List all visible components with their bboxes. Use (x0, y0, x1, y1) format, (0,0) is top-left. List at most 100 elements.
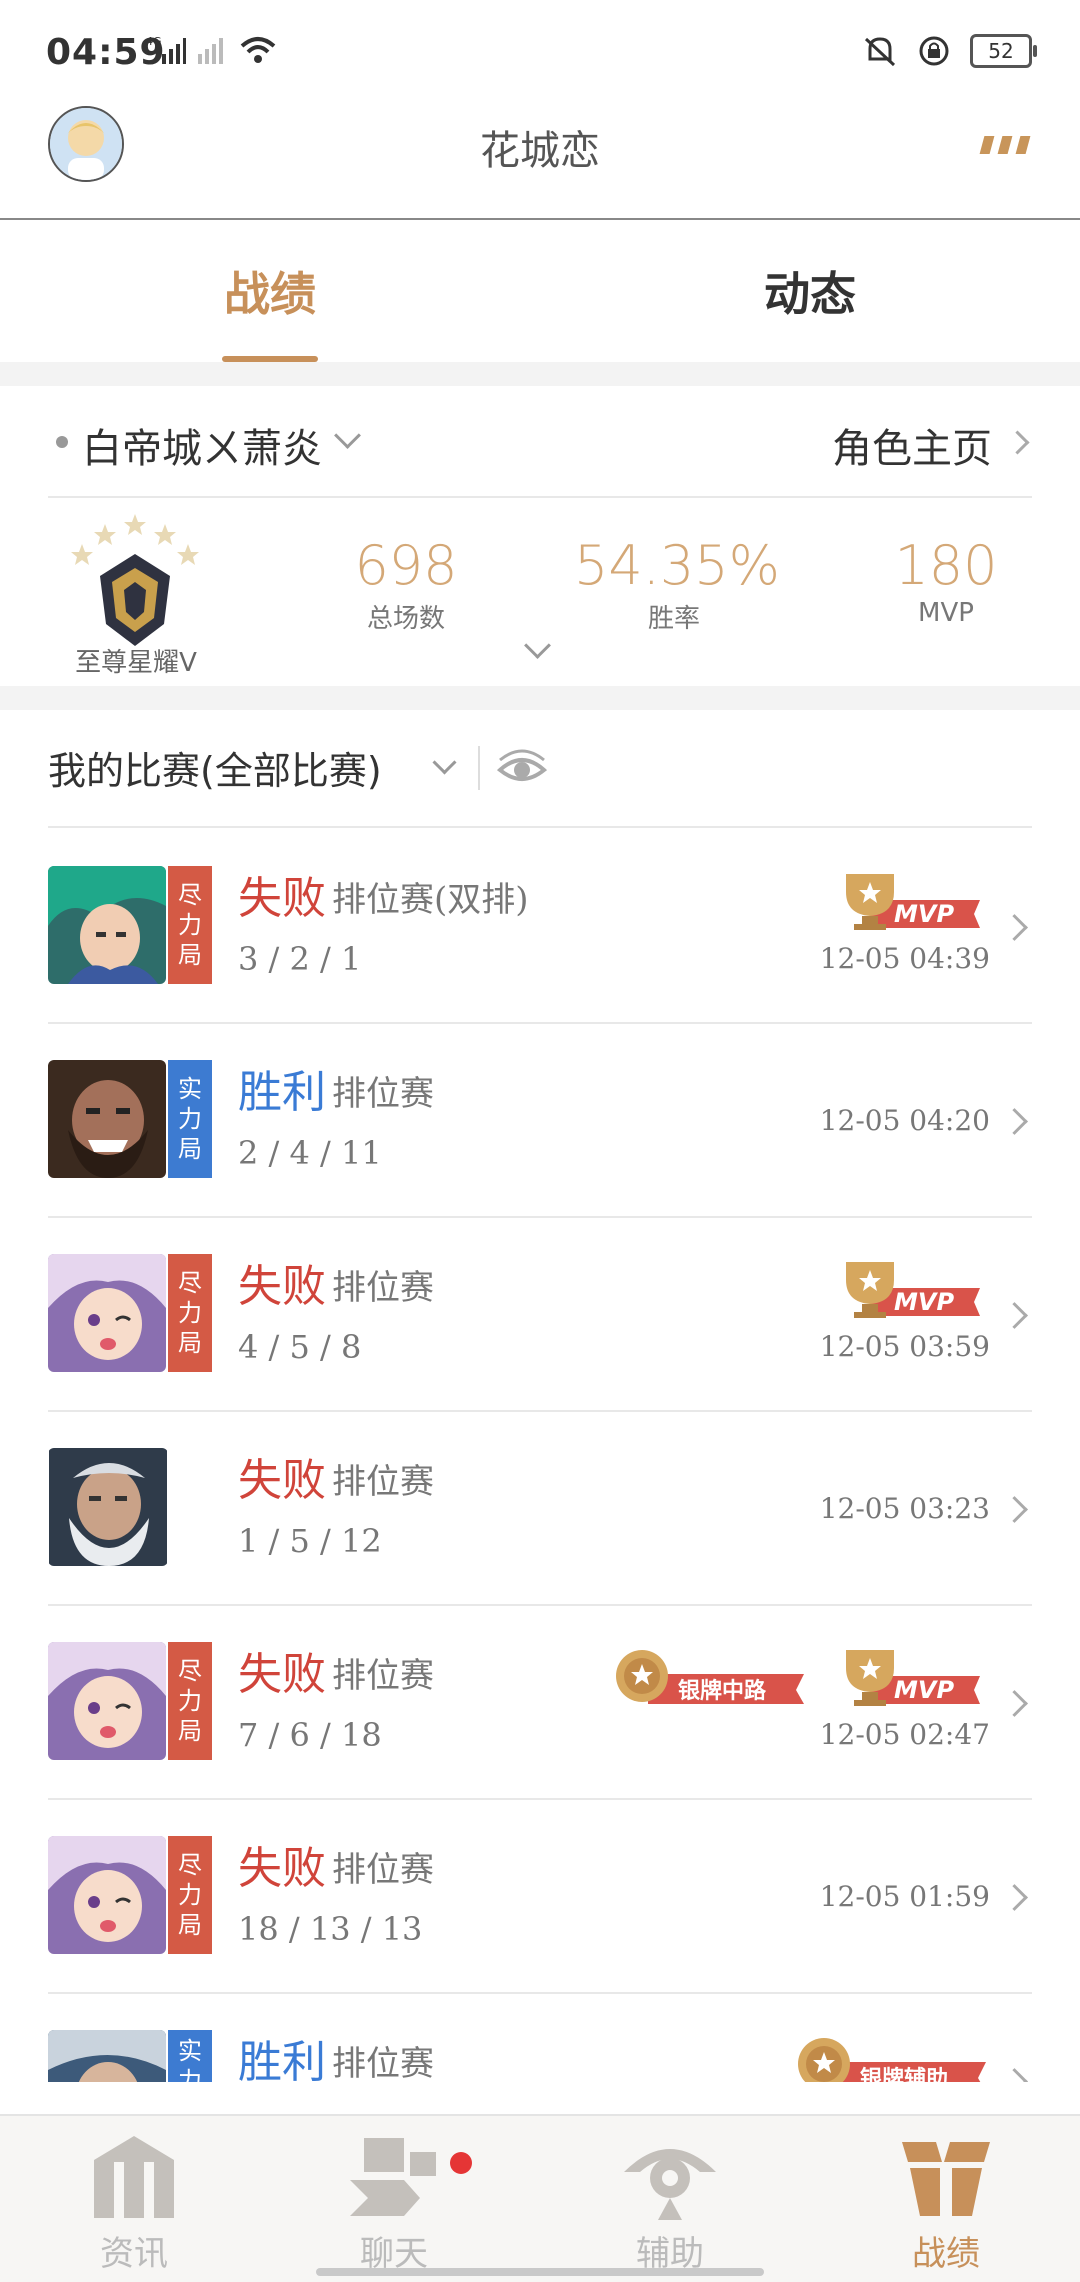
match-row[interactable]: 尽力局 失败 排位赛 4 / 5 / 8 MVP 12-05 03:59 (48, 1216, 1032, 1412)
match-time: 12-05 02:47 (819, 1718, 990, 1751)
match-result: 失败 (238, 873, 326, 924)
match-kda: 1 / 5 / 12 (238, 1522, 382, 1560)
matches-filter[interactable]: 我的比赛(全部比赛) (48, 740, 382, 795)
hero-portrait (48, 1642, 166, 1760)
section-divider (0, 686, 1080, 710)
nav-record-label: 战绩 (912, 2234, 980, 2274)
match-row[interactable]: 实力局 胜利 排位赛 银牌辅助 (48, 1992, 1032, 2082)
wifi-icon (240, 37, 276, 63)
chevron-right-icon[interactable] (1001, 914, 1028, 941)
page-title: 花城恋 (480, 128, 600, 174)
match-result: 失败 (238, 1455, 326, 1506)
status-right: 52 (862, 34, 1037, 68)
player-name[interactable]: 白帝城ㄨ萧炎 (82, 416, 322, 474)
mvp-text: MVP (894, 1288, 954, 1316)
match-kda: 4 / 5 / 8 (238, 1328, 362, 1366)
chevron-right-icon[interactable] (1001, 2068, 1028, 2082)
section-divider (0, 362, 1080, 386)
account-switch-chevron-icon[interactable] (334, 422, 361, 449)
more-menu-button[interactable] (979, 136, 1031, 154)
match-mode: 排位赛 (332, 1268, 434, 1308)
expand-stats-chevron-icon[interactable] (524, 632, 551, 659)
match-result: 失败 (238, 1261, 326, 1312)
online-dot (56, 436, 68, 448)
mvp-value: 180 (894, 534, 998, 597)
mvp-trophy-icon: MVP (846, 1262, 980, 1318)
match-mode: 排位赛 (332, 1656, 434, 1696)
chevron-right-icon[interactable] (1001, 1496, 1028, 1523)
silver-mid-text: 银牌中路 (678, 1678, 767, 1704)
match-tag: 实力局 (168, 1060, 212, 1178)
stat-win-rate: 54.35% 胜率 (574, 534, 780, 635)
match-mode: 排位赛 (332, 1850, 434, 1890)
mvp-label: MVP (918, 598, 974, 628)
match-row[interactable]: 尽力局 失败 排位赛 7 / 6 / 18 银牌中路 MVP 12-05 02:… (48, 1604, 1032, 1800)
match-tag: 尽力局 (168, 1836, 212, 1954)
match-row[interactable]: 尽力局 失败 排位赛 18 / 13 / 13 12-05 01:59 (48, 1798, 1032, 1994)
divider (478, 746, 480, 790)
matches-header: 我的比赛(全部比赛) (0, 710, 1080, 828)
match-time: 12-05 01:59 (819, 1880, 990, 1913)
hero-portrait (49, 1448, 167, 1566)
player-row: 白帝城ㄨ萧炎 角色主页 (48, 386, 1032, 498)
chat-icon (350, 2138, 436, 2216)
match-kda: 3 / 2 / 1 (238, 940, 362, 978)
mvp-trophy-icon: MVP (846, 1650, 980, 1706)
lock-rotation-icon (919, 36, 949, 66)
nav-news[interactable]: 资讯 (34, 2116, 234, 2282)
chevron-right-icon[interactable] (1001, 1690, 1028, 1717)
tab-activity[interactable]: 动态 (764, 258, 856, 324)
match-tag: 尽力局 (168, 1642, 212, 1760)
rank-badge-icon (71, 514, 199, 646)
nav-chat[interactable]: 聊天 (294, 2116, 494, 2282)
match-time: 12-05 03:59 (819, 1330, 990, 1363)
match-row[interactable]: 实力局 胜利 排位赛 2 / 4 / 11 12-05 04:20 (48, 1022, 1032, 1218)
mvp-text: MVP (894, 900, 954, 928)
bottom-nav: 资讯 聊天 辅助 战绩 (0, 2114, 1080, 2282)
match-time: 12-05 04:20 (819, 1104, 990, 1137)
total-games-value: 698 (354, 534, 458, 597)
mvp-text: MVP (894, 1676, 954, 1704)
nav-news-label: 资讯 (100, 2234, 168, 2274)
match-mode: 排位赛 (332, 1462, 434, 1502)
assist-icon (624, 2149, 716, 2220)
win-rate-label: 胜率 (647, 604, 700, 634)
chevron-right-icon[interactable] (1005, 430, 1030, 455)
signal-icon: 4G (146, 35, 186, 64)
chevron-right-icon[interactable] (1001, 1302, 1028, 1329)
home-indicator[interactable] (316, 2268, 764, 2276)
nav-assist[interactable]: 辅助 (570, 2116, 770, 2282)
silver-support-text: 银牌辅助 (860, 2066, 948, 2082)
match-mode: 排位赛 (332, 1074, 434, 1114)
match-result: 失败 (238, 1649, 326, 1700)
silver-medal-support-icon: 银牌辅助 (798, 2038, 986, 2082)
svg-text:4G: 4G (146, 35, 162, 48)
mute-icon (864, 37, 896, 67)
role-page-link[interactable]: 角色主页 (832, 416, 992, 474)
hero-portrait (48, 1060, 166, 1178)
match-kda: 18 / 13 / 13 (238, 1910, 423, 1948)
record-icon (902, 2142, 990, 2216)
match-row[interactable]: 失败 排位赛 1 / 5 / 12 12-05 03:23 (48, 1410, 1032, 1606)
eye-icon[interactable] (496, 746, 548, 790)
filter-chevron-down-icon[interactable] (432, 750, 457, 775)
match-row[interactable]: 尽力局 失败 排位赛(双排) 3 / 2 / 1 MVP 12-05 04:39 (48, 828, 1032, 1024)
chevron-right-icon[interactable] (1001, 1884, 1028, 1911)
nav-record[interactable]: 战绩 (846, 2116, 1046, 2282)
signal-icons: 4G (146, 34, 278, 66)
chevron-right-icon[interactable] (1001, 1108, 1028, 1135)
unread-badge (450, 2152, 472, 2174)
stat-total-games: 698 总场数 (306, 536, 506, 635)
status-bar: 04:59 4G 52 (0, 0, 1080, 100)
match-result: 胜利 (238, 2037, 326, 2082)
total-games-label: 总场数 (366, 604, 445, 634)
hero-portrait (48, 1254, 166, 1372)
news-icon (94, 2136, 174, 2218)
match-mode: 排位赛(双排) (332, 880, 529, 920)
hero-portrait (48, 1836, 166, 1954)
app-header: 花城恋 (0, 100, 1080, 220)
match-time: 12-05 04:39 (819, 942, 990, 975)
win-rate-value: 54.35% (574, 534, 780, 597)
tab-record[interactable]: 战绩 (224, 258, 316, 324)
profile-card: 白帝城ㄨ萧炎 角色主页 至尊星耀V 698 总场数 54.35% 胜率 180 … (0, 386, 1080, 686)
